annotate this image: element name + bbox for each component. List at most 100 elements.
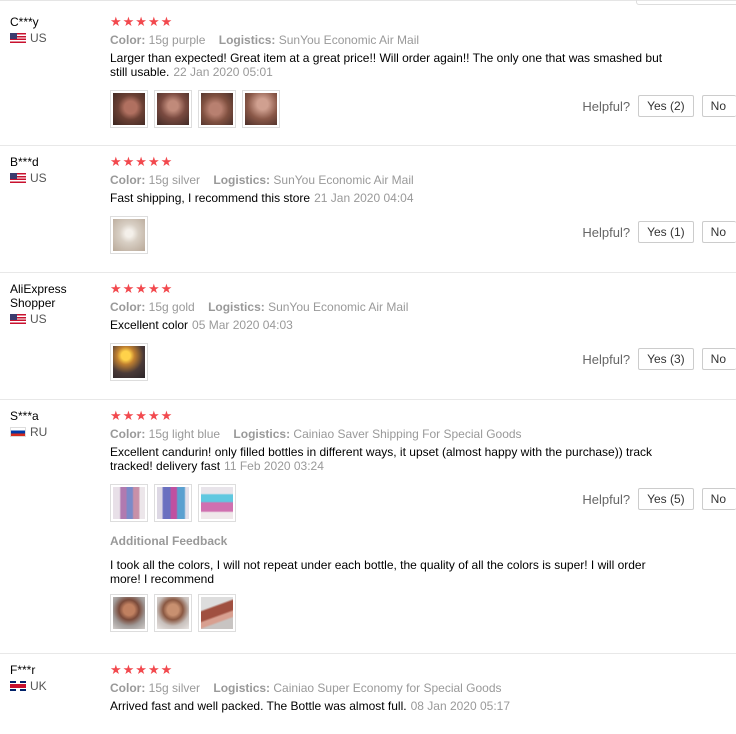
review-date: 05 Mar 2020 04:03: [192, 318, 293, 332]
logistics-label: Logistics:: [213, 681, 271, 695]
reviewer-country: US: [10, 31, 100, 45]
additional-feedback-text: I took all the colors, I will not repeat…: [110, 558, 646, 586]
helpful-yes-button[interactable]: Yes (3): [638, 348, 694, 370]
helpful-no-button[interactable]: No: [701, 95, 736, 117]
review-photo-thumbnail[interactable]: [154, 484, 192, 522]
helpful-label: Helpful?: [582, 491, 631, 507]
helpful-label: Helpful?: [582, 351, 631, 367]
review-photo-thumbnail[interactable]: [110, 343, 148, 381]
review-photo-thumbnail[interactable]: [154, 594, 192, 632]
logistics-value: SunYou Economic Air Mail: [278, 33, 420, 47]
star-rating: ★★★★★: [110, 281, 174, 296]
reviewer-name: AliExpress Shopper: [10, 282, 67, 310]
color-value: 15g silver: [148, 173, 201, 187]
color-value: 15g silver: [148, 681, 201, 695]
review-meta: Color: 15g silver Logistics: SunYou Econ…: [110, 172, 680, 188]
reviewer-country: UK: [10, 679, 100, 693]
reviewer-info: AliExpress Shopper US: [10, 282, 100, 326]
review-meta: Color: 15g light blue Logistics: Cainiao…: [110, 426, 680, 442]
reviewer-info: B***d US: [10, 155, 100, 185]
review-item: C***y US ★★★★★ Color: 15g purple Logisti…: [0, 6, 736, 146]
star-rating: ★★★★★: [110, 408, 174, 423]
helpful-yes-button[interactable]: Yes (2): [638, 95, 694, 117]
review-meta: Color: 15g purple Logistics: SunYou Econ…: [110, 32, 680, 48]
star-rating: ★★★★★: [110, 154, 174, 169]
color-label: Color:: [110, 427, 146, 441]
review-body: Fast shipping, I recommend this store: [110, 191, 311, 205]
helpful-no-button[interactable]: No: [701, 348, 736, 370]
helpful-yes-button[interactable]: Yes (1): [638, 221, 694, 243]
review-photo-thumbnail[interactable]: [110, 484, 148, 522]
reviewer-country: RU: [10, 425, 100, 439]
top-divider: [0, 0, 736, 1]
country-code: US: [30, 312, 47, 326]
us-flag-icon: [10, 173, 26, 183]
reviewer-name: F***r: [10, 663, 36, 677]
logistics-label: Logistics:: [208, 300, 265, 314]
review-photo-thumbnail[interactable]: [198, 594, 236, 632]
helpful-no-button[interactable]: No: [701, 221, 736, 243]
star-rating: ★★★★★: [110, 662, 174, 677]
helpful-no-button[interactable]: No: [701, 488, 736, 510]
review-photo-thumbnail[interactable]: [198, 90, 236, 128]
reviewer-name: C***y: [10, 15, 39, 29]
reviewer-info: C***y US: [10, 15, 100, 45]
logistics-label: Logistics:: [233, 427, 291, 441]
color-label: Color:: [110, 173, 146, 187]
review-photo-thumbnail[interactable]: [110, 594, 148, 632]
additional-feedback-photos: [110, 594, 680, 632]
review-item: F***r UK ★★★★★ Color: 15g silver Logisti…: [0, 654, 736, 734]
review-date: 22 Jan 2020 05:01: [173, 65, 273, 79]
review-item: S***a RU ★★★★★ Color: 15g light blue Log…: [0, 400, 736, 654]
color-value: 15g light blue: [148, 427, 221, 441]
country-code: US: [30, 171, 47, 185]
review-text: Excellent candurin! only filled bottles …: [110, 445, 670, 473]
review-photo-thumbnail[interactable]: [110, 90, 148, 128]
us-flag-icon: [10, 314, 26, 324]
reviewer-country: US: [10, 312, 100, 326]
logistics-value: SunYou Economic Air Mail: [273, 173, 414, 187]
color-value: 15g purple: [148, 33, 206, 47]
logistics-value: Cainiao Super Economy for Special Goods: [273, 681, 502, 695]
logistics-label: Logistics:: [218, 33, 276, 47]
helpful-label: Helpful?: [582, 224, 631, 240]
reviewer-name: B***d: [10, 155, 39, 169]
review-photo-thumbnail[interactable]: [154, 90, 192, 128]
logistics-value: SunYou Economic Air Mail: [268, 300, 409, 314]
reviewer-country: US: [10, 171, 100, 185]
color-label: Color:: [110, 681, 146, 695]
helpful-label: Helpful?: [582, 98, 631, 114]
color-label: Color:: [110, 33, 146, 47]
review-meta: Color: 15g gold Logistics: SunYou Econom…: [110, 299, 680, 315]
review-photo-thumbnail[interactable]: [198, 484, 236, 522]
helpful-vote: Helpful? Yes (5) No: [582, 488, 736, 510]
star-rating: ★★★★★: [110, 14, 174, 29]
review-item: B***d US ★★★★★ Color: 15g silver Logisti…: [0, 146, 736, 273]
color-value: 15g gold: [148, 300, 195, 314]
country-code: RU: [30, 425, 48, 439]
reviewer-info: S***a RU: [10, 409, 100, 439]
review-date: 21 Jan 2020 04:04: [314, 191, 414, 205]
review-meta: Color: 15g silver Logistics: Cainiao Sup…: [110, 680, 680, 696]
logistics-label: Logistics:: [213, 173, 271, 187]
helpful-yes-button[interactable]: Yes (5): [638, 488, 694, 510]
review-text: Arrived fast and well packed. The Bottle…: [110, 699, 670, 713]
sort-control-edge[interactable]: [636, 0, 736, 5]
review-content: ★★★★★ Color: 15g silver Logistics: Caini…: [110, 662, 680, 714]
reviewer-info: F***r UK: [10, 663, 100, 693]
review-date: 11 Feb 2020 03:24: [224, 459, 324, 473]
ru-flag-icon: [10, 427, 26, 437]
review-photo-thumbnail[interactable]: [110, 216, 148, 254]
helpful-vote: Helpful? Yes (2) No: [582, 95, 736, 117]
review-text: Fast shipping, I recommend this store 21 …: [110, 191, 670, 205]
review-item: AliExpress Shopper US ★★★★★ Color: 15g g…: [0, 273, 736, 400]
review-body: Arrived fast and well packed. The Bottle…: [110, 699, 407, 713]
review-photo-thumbnail[interactable]: [242, 90, 280, 128]
additional-feedback-heading: Additional Feedback: [110, 534, 228, 548]
review-body: Excellent candurin! only filled bottles …: [110, 445, 653, 473]
reviewer-name: S***a: [10, 409, 39, 423]
review-date: 08 Jan 2020 05:17: [410, 699, 511, 713]
logistics-value: Cainiao Saver Shipping For Special Goods: [293, 427, 522, 441]
uk-flag-icon: [10, 681, 26, 691]
helpful-vote: Helpful? Yes (3) No: [582, 348, 736, 370]
